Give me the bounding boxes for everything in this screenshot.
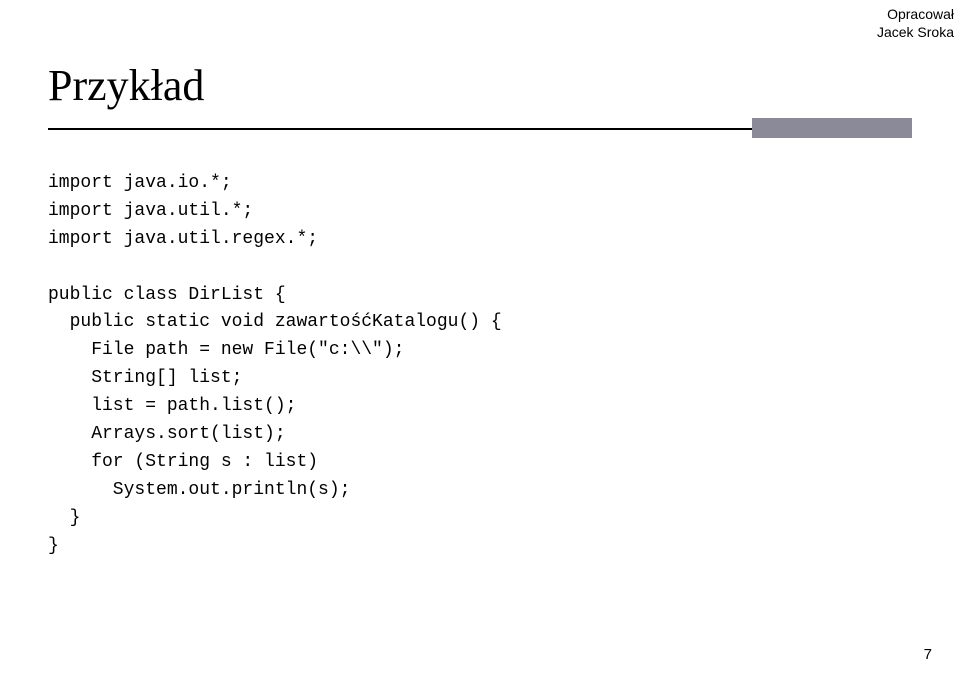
code-block: import java.io.*; import java.util.*; im… xyxy=(48,170,502,560)
code-line: list = path.list(); xyxy=(48,396,296,416)
slide-title: Przykład xyxy=(48,60,204,111)
code-line: } xyxy=(48,508,80,528)
attribution: Opracował Jacek Sroka xyxy=(877,6,954,41)
code-line: for (String s : list) xyxy=(48,452,318,472)
code-line: System.out.println(s); xyxy=(48,480,350,500)
page-number: 7 xyxy=(924,646,932,663)
code-line: public static void zawartośćKatalogu() { xyxy=(48,312,502,332)
attribution-line1: Opracował xyxy=(877,6,954,24)
decorative-box xyxy=(752,118,912,138)
code-line: Arrays.sort(list); xyxy=(48,424,286,444)
attribution-line2: Jacek Sroka xyxy=(877,24,954,42)
code-line: String[] list; xyxy=(48,368,242,388)
code-line: File path = new File("c:\\"); xyxy=(48,340,404,360)
code-line: public class DirList { xyxy=(48,285,286,305)
code-line: import java.util.regex.*; xyxy=(48,229,318,249)
code-line: import java.util.*; xyxy=(48,201,253,221)
code-line: import java.io.*; xyxy=(48,173,232,193)
code-line: } xyxy=(48,536,59,556)
